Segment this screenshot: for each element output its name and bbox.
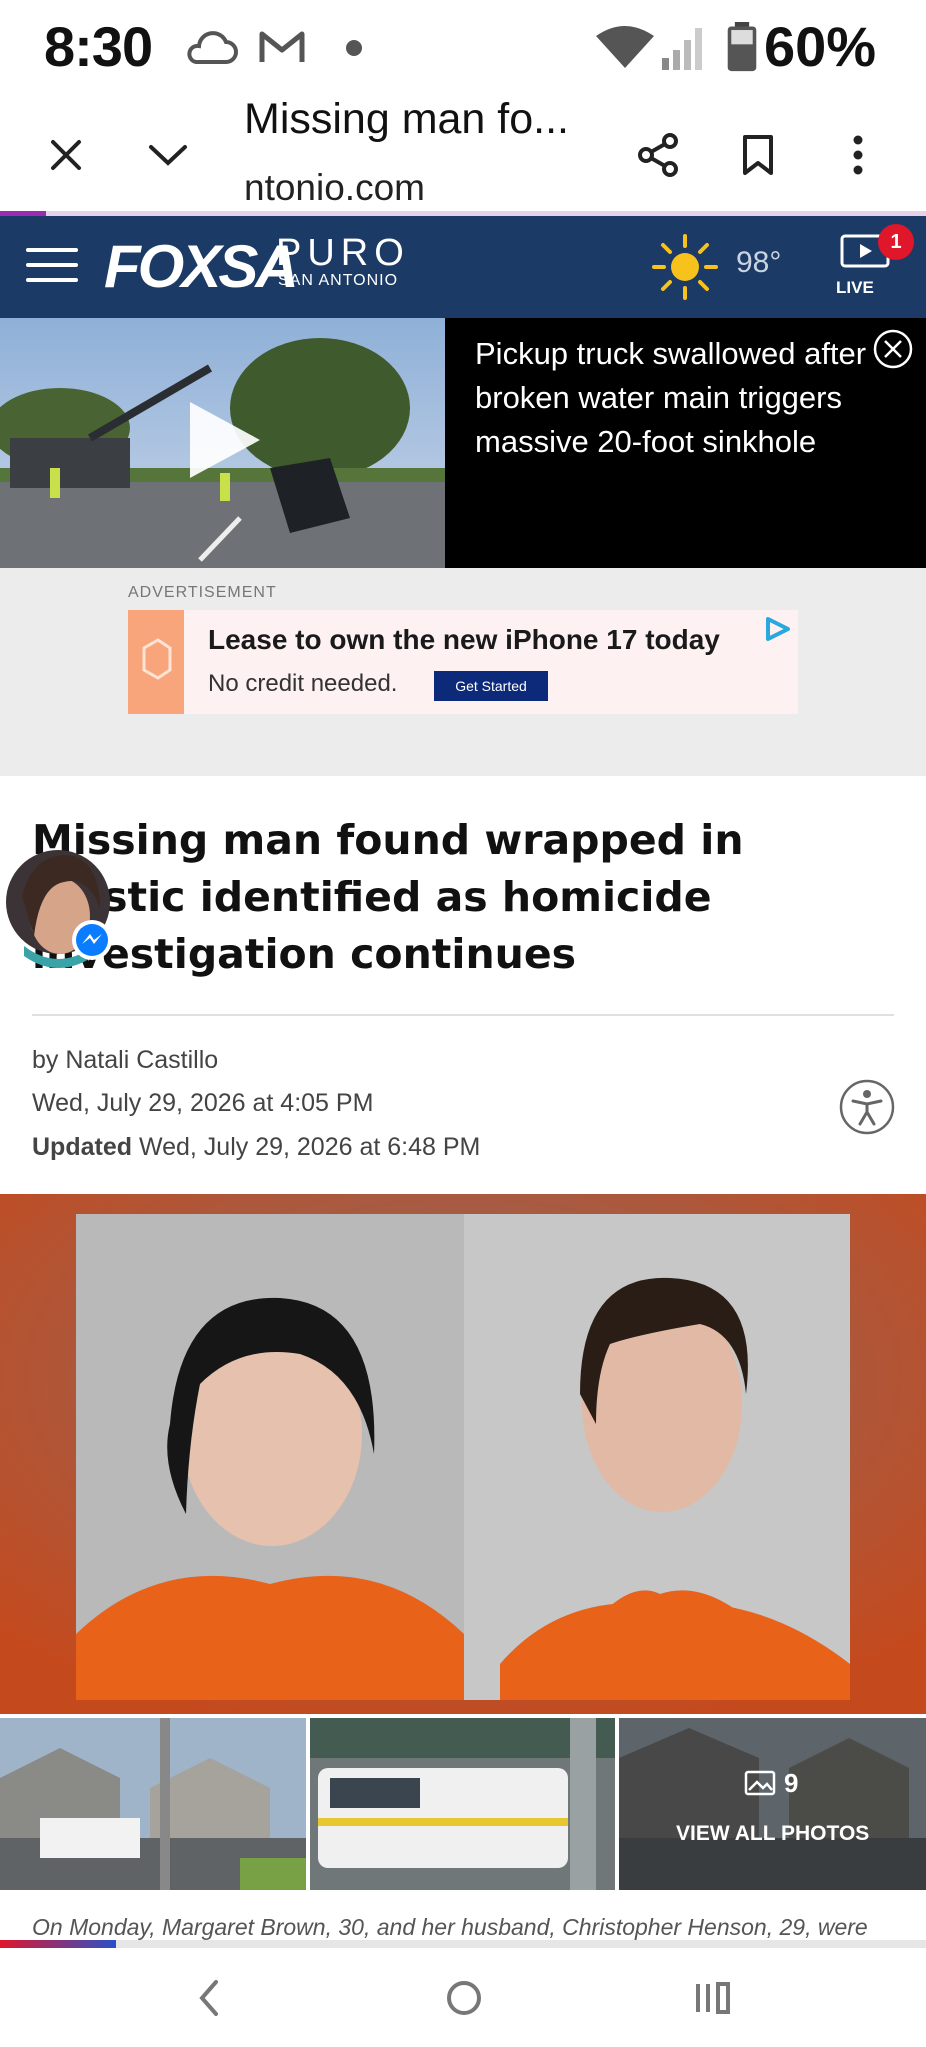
gallery-thumbnail[interactable]	[0, 1718, 306, 1890]
ad-area: ADVERTISEMENT Lease to own the new iPhon…	[0, 568, 926, 776]
article-updated: Updated Wed, July 29, 2026 at 6:48 PM	[32, 1133, 480, 1162]
bookmark-button[interactable]	[726, 123, 790, 187]
updated-date: Wed, July 29, 2026 at 6:48 PM	[138, 1133, 481, 1161]
adchoices-icon[interactable]	[764, 616, 792, 642]
close-icon	[51, 140, 81, 170]
photo-count[interactable]: 9	[784, 1768, 798, 1799]
cloud-icon	[187, 31, 238, 64]
recents-icon[interactable]	[684, 1970, 740, 2026]
article-main-photo[interactable]	[0, 1194, 926, 1714]
view-all-photos-link[interactable]: VIEW ALL PHOTOS	[676, 1822, 869, 1846]
gallery-thumbnail[interactable]	[310, 1718, 615, 1890]
teaser-headline[interactable]: Pickup truck swallowed after broken wate…	[475, 332, 875, 464]
signal-icon	[662, 28, 702, 70]
gallery-icon	[744, 1770, 776, 1796]
site-logo-city: SAN ANTONIO	[278, 272, 399, 289]
updated-label: Updated	[32, 1133, 132, 1161]
site-header: FOXSA PURO SAN ANTONIO 98° LIVE 1	[0, 216, 926, 318]
video-teaser[interactable]: Pickup truck swallowed after broken wate…	[0, 318, 926, 568]
weather-temperature[interactable]: 98°	[736, 246, 781, 280]
gallery-thumbnail[interactable]	[619, 1718, 926, 1890]
article-byline: by Natali Castillo	[32, 1046, 219, 1074]
ad-cta-button[interactable]: Get Started	[434, 671, 548, 701]
read-progress	[0, 1940, 926, 1948]
minimize-button[interactable]	[136, 123, 200, 187]
battery-icon	[727, 22, 757, 72]
menu-button[interactable]	[26, 248, 78, 286]
battery-percent: 60%	[764, 15, 877, 78]
photo-gallery-strip: 9 VIEW ALL PHOTOS	[0, 1718, 926, 1890]
site-logo[interactable]: FOXSA	[104, 232, 299, 301]
bookmark-icon	[743, 135, 773, 175]
system-nav-bar	[0, 1948, 926, 2047]
ad-banner[interactable]: Lease to own the new iPhone 17 today No …	[128, 610, 798, 714]
live-badge: 1	[878, 224, 914, 260]
hamburger-icon	[26, 248, 78, 252]
messenger-chat-head[interactable]	[4, 846, 114, 980]
read-progress-fill	[0, 1940, 116, 1948]
status-time: 8:30	[44, 15, 153, 78]
accessibility-icon[interactable]	[838, 1078, 896, 1136]
status-bar: 8:30 60%	[0, 0, 926, 95]
live-label[interactable]: LIVE	[836, 278, 874, 298]
more-vert-icon	[853, 135, 863, 175]
play-icon[interactable]	[184, 398, 264, 482]
ad-brand-icon	[142, 638, 172, 680]
back-icon[interactable]	[182, 1970, 238, 2026]
ad-subtext: No credit needed.	[208, 670, 398, 697]
teaser-close-icon[interactable]	[872, 328, 914, 370]
page-url[interactable]: ntonio.com	[244, 167, 504, 209]
share-button[interactable]	[626, 123, 690, 187]
gmail-icon	[259, 31, 305, 62]
article-date: Wed, July 29, 2026 at 4:05 PM	[32, 1089, 374, 1117]
chevron-down-icon	[149, 145, 187, 166]
close-tab-button[interactable]	[34, 123, 98, 187]
more-options-button[interactable]	[826, 123, 890, 187]
article-headline: Missing man found wrapped in plastic ide…	[32, 816, 744, 978]
sun-icon[interactable]	[650, 232, 720, 302]
ad-label: ADVERTISEMENT	[128, 584, 277, 601]
site-logo-puro: PURO	[276, 232, 410, 274]
ad-brand-stripe	[128, 610, 184, 714]
page-title: Missing man fo...	[244, 95, 569, 143]
browser-toolbar: Missing man fo... ntonio.com	[0, 95, 926, 213]
home-icon[interactable]	[436, 1970, 492, 2026]
dot-icon	[346, 40, 362, 56]
share-icon	[638, 133, 678, 177]
wifi-icon	[596, 26, 654, 68]
ad-headline[interactable]: Lease to own the new iPhone 17 today	[208, 624, 720, 656]
headline-divider	[32, 1014, 894, 1016]
